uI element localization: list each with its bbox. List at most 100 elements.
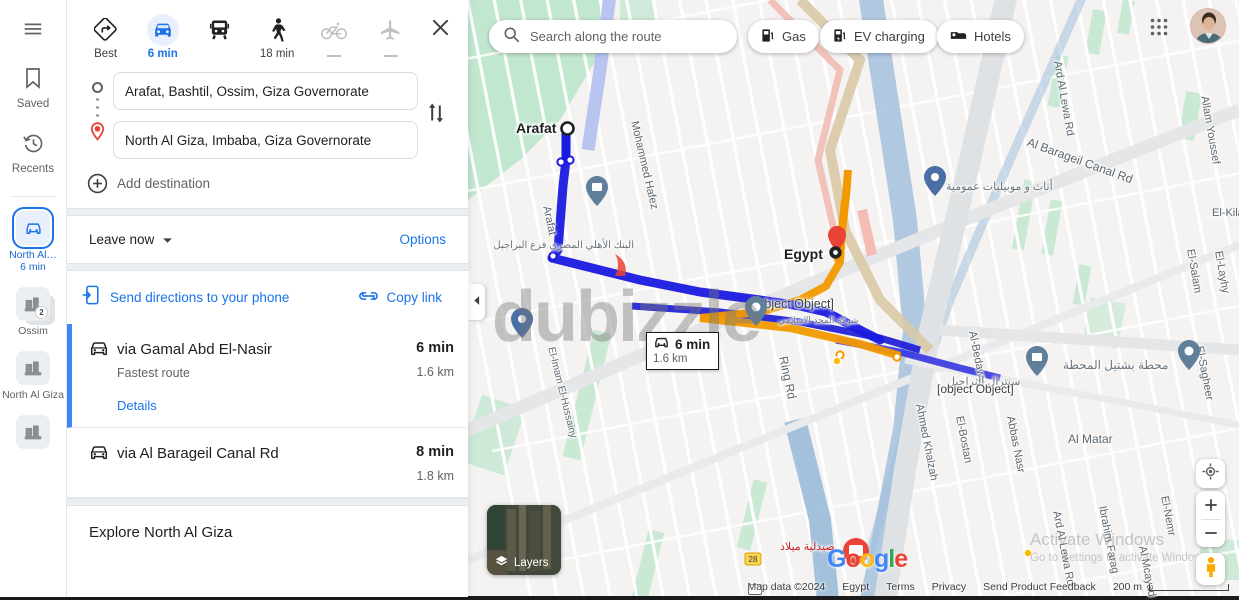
chip-gas[interactable]: Gas [748,20,819,53]
chevron-down-icon [162,232,173,247]
search-along-route-input[interactable]: Search along the route [489,20,737,53]
map-street-label: Al Matar [1068,432,1113,446]
chip-gas-label: Gas [782,29,806,44]
place-thumbnail-icon [16,415,50,449]
street-view-pegman-button[interactable] [1196,553,1225,585]
apps-grid-icon[interactable] [1145,13,1173,41]
tab-driving[interactable]: 6 min [134,10,191,62]
tab-flights[interactable] [363,10,420,62]
tab-best-route-label: Best [94,48,118,60]
sidebar-item-saved[interactable]: Saved [1,67,65,111]
walk-icon [261,14,293,46]
layers-button[interactable]: Layers [487,505,561,575]
add-destination-button[interactable]: Add destination [67,167,468,208]
zoom-out-button[interactable] [1196,520,1225,548]
rail-recent-item-3[interactable] [0,415,66,449]
sidebar-item-saved-label: Saved [16,98,50,110]
map-poi-pin[interactable] [586,176,608,206]
avatar[interactable] [1190,8,1226,44]
car-directions-icon [12,207,54,249]
country-link[interactable]: Egypt [842,581,869,593]
google-logo-letter: G [827,545,846,573]
map-street-label: El-Kila [1212,207,1239,219]
close-directions-button[interactable] [420,10,460,37]
layers-icon [495,555,508,571]
google-logo-letter: e [894,545,908,573]
place-thumbnail-icon [16,351,50,385]
route-option-1[interactable]: via Al Barageil Canal Rd 8 min 1.8 km [67,428,468,498]
destination-input[interactable]: North Al Giza, Imbaba, Giza Governorate [113,121,418,159]
map-poi-pin[interactable] [1026,346,1048,376]
rail-recent-sublabel-0: 6 min [20,261,46,273]
tab-transit[interactable] [191,10,248,62]
hamburger-menu-icon[interactable] [22,18,44,45]
travel-mode-tabs: Best 6 min 18 min [67,0,468,68]
address-inputs: Arafat, Bashtil, Ossim, Giza Governorate… [113,72,418,159]
sidebar-item-recents[interactable]: Recents [1,133,65,176]
my-location-button[interactable] [1196,459,1225,488]
map-poi-pin[interactable] [1178,340,1200,370]
map-origin-marker[interactable] [560,121,575,141]
gas-pump-icon [761,28,775,46]
tab-best-route[interactable]: Best [77,10,134,62]
collapse-panel-button[interactable] [468,284,485,320]
privacy-link[interactable]: Privacy [932,581,966,593]
chip-hotels[interactable]: Hotels [937,20,1024,53]
google-logo-letter: g [874,545,889,573]
map-destination-label: Egypt [784,246,823,262]
chevron-left-icon [473,293,480,311]
tab-walking[interactable]: 18 min [249,10,306,62]
options-link[interactable]: Options [399,232,446,247]
swap-endpoints-button[interactable] [418,101,454,130]
explore-section-title[interactable]: Explore North Al Giza [67,506,468,559]
route-option-1-title: via Al Barageil Canal Rd [117,445,279,462]
rail-recent-label-1: Ossim [18,325,48,337]
map-poi-pin[interactable] [924,166,946,196]
send-to-phone-icon [81,285,100,310]
directions-panel: Best 6 min 18 min Arafat, Bashtil, Ossim… [67,0,468,597]
zoom-controls[interactable] [1196,491,1225,547]
tab-cycling[interactable] [306,10,363,62]
map-poi-pin[interactable] [511,308,533,338]
google-logo-letter: o [845,545,860,573]
car-icon [146,14,179,46]
street-view-pegman-icon [1202,556,1220,583]
chip-ev-charging[interactable]: EV charging [820,20,938,53]
airplane-icon [375,14,407,46]
panel-divider [67,263,468,271]
bicycle-icon [318,14,350,46]
map-destination-marker[interactable] [828,245,843,265]
copy-link-label: Copy link [386,290,442,305]
terms-link[interactable]: Terms [886,581,915,593]
route-option-0-details-link[interactable]: Details [117,398,388,413]
plus-circle-icon [81,173,113,194]
rail-recent-item-0[interactable]: North Al… 6 min [0,207,66,273]
feedback-link[interactable]: Send Product Feedback [983,581,1096,593]
search-placeholder: Search along the route [530,29,662,44]
google-logo: Google [827,545,908,574]
zoom-in-button[interactable] [1196,491,1225,519]
copy-link-button[interactable]: Copy link [359,289,454,307]
route-option-0-distance: 1.6 km [416,365,454,379]
route-option-0[interactable]: via Gamal Abd El-Nasir Fastest route Det… [67,324,468,428]
chip-ev-label: EV charging [854,29,925,44]
send-to-phone-button[interactable]: Send directions to your phone [81,285,359,310]
origin-input[interactable]: Arafat, Bashtil, Ossim, Giza Governorate [113,72,418,110]
flights-unavailable-dash [384,55,399,57]
map-poi-pin[interactable] [745,296,767,326]
route-duration-badge[interactable]: 6 min 1.6 km [646,332,720,370]
best-route-icon [90,14,122,46]
leave-now-dropdown[interactable]: Leave now [89,232,173,247]
map-arabic-label: محطة بشتيل المحطة [1063,358,1169,372]
map-arabic-label: البنك الأهلي المصري فرع البراجيل [493,240,634,251]
rail-recent-item-1[interactable]: 2 Ossim [0,287,66,337]
route-badge-duration: 6 min [675,336,711,352]
leave-now-label: Leave now [89,232,155,247]
rail-recent-item-2[interactable]: North Al Giza [0,351,66,401]
origin-dot-icon [91,82,103,93]
map-arabic-label: شركة المجد الاسلامي [778,315,859,325]
link-icon [359,289,379,307]
train-icon [204,14,236,46]
panel-divider [67,208,468,216]
rail-recent-label-0: North Al… [9,249,57,261]
